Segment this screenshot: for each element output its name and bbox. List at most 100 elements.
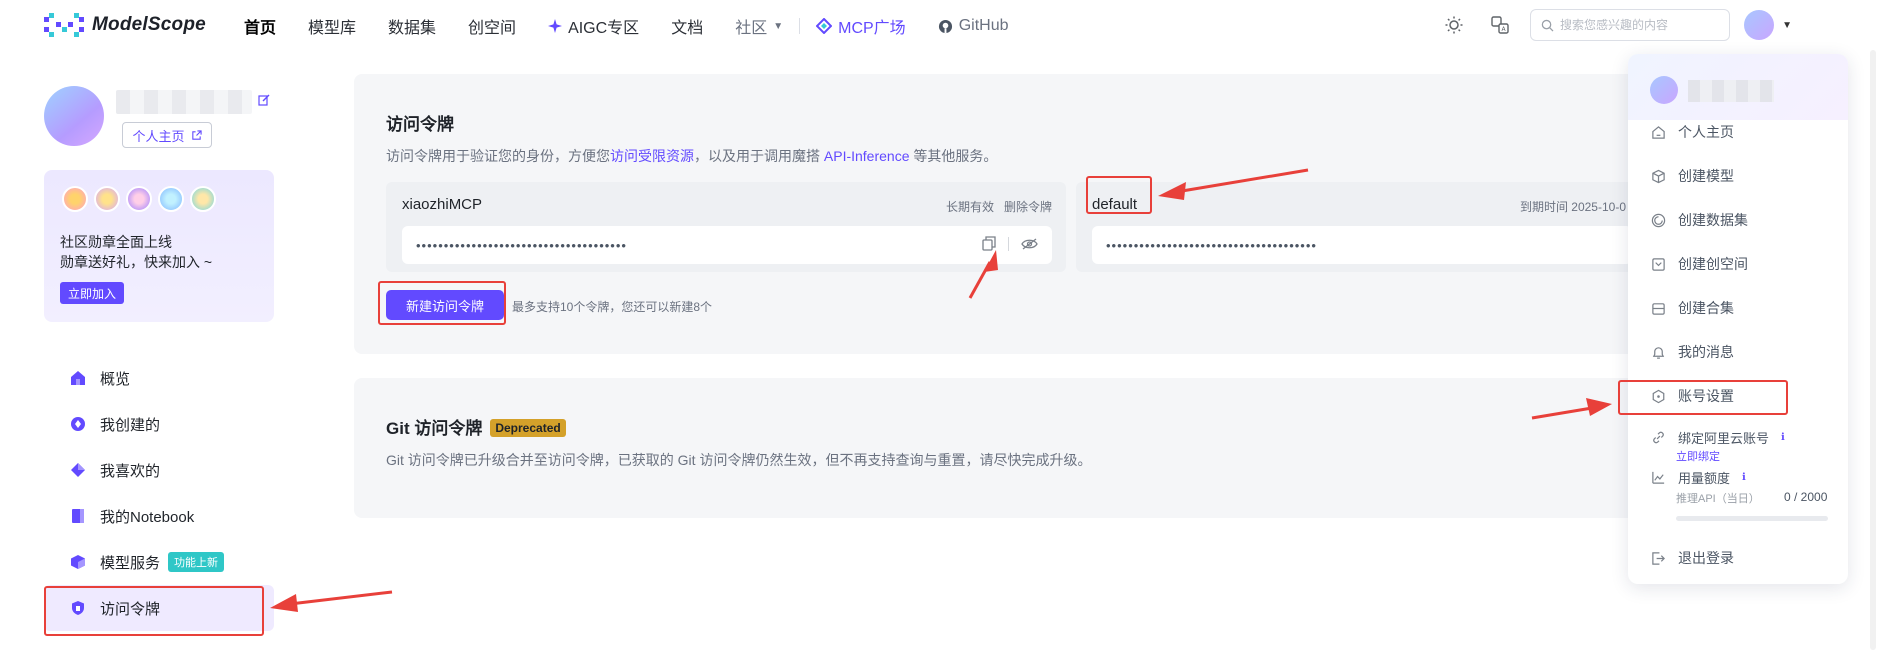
sidebar-item-liked[interactable]: 我喜欢的 — [44, 447, 274, 493]
token-card: default 到期时间 2025-10-0 •••••••••••••••••… — [1076, 182, 1636, 272]
chevron-down-icon: ▼ — [773, 20, 784, 32]
highlight-box-new-token — [378, 281, 506, 325]
page-scrollbar[interactable] — [1870, 50, 1876, 650]
sun-icon — [1445, 16, 1463, 34]
sidebar-item-notebook[interactable]: 我的Notebook — [44, 493, 274, 539]
join-now-button[interactable]: 立即加入 — [60, 282, 125, 304]
nav-datasets[interactable]: 数据集 — [388, 14, 436, 38]
sidebar-item-overview[interactable]: 概览 — [44, 355, 274, 401]
personal-home-button[interactable]: 个人主页 — [122, 122, 212, 148]
badge-icon — [158, 186, 184, 212]
git-panel-description: Git 访问令牌已升级合并至访问令牌，已获取的 Git 访问令牌仍然生效，但不再… — [386, 452, 1092, 468]
action-divider — [1008, 236, 1009, 251]
bell-icon — [1650, 344, 1666, 360]
usage-sub-label: 推理API（当日） — [1676, 493, 1760, 505]
dataset-icon — [1650, 212, 1666, 228]
cube-icon — [1650, 168, 1666, 184]
token-card: xiaozhiMCP 长期有效 删除令牌 •••••••••••••••••••… — [386, 182, 1066, 272]
access-tokens-panel: 访问令牌 访问令牌用于验证您的身份，方便您访问受限资源，以及用于调用魔搭 API… — [354, 74, 1654, 354]
logout-icon — [1650, 550, 1666, 566]
cube-icon — [71, 555, 85, 569]
nav-mcp[interactable]: MCP广场 — [816, 14, 906, 38]
dropdown-item-label: 退出登录 — [1678, 550, 1734, 566]
dropdown-item-create-studio[interactable]: 创建创空间 — [1650, 254, 1748, 274]
nav-github-label: GitHub — [958, 17, 1009, 34]
masked-token: •••••••••••••••••••••••••••••••••••••• — [1106, 237, 1317, 253]
nav-aigc[interactable]: AIGC专区 — [548, 14, 639, 38]
avatar — [44, 86, 104, 146]
nav-aigc-label: AIGC专区 — [568, 20, 640, 37]
dropdown-item-home[interactable]: 个人主页 — [1650, 122, 1734, 142]
user-avatar-button[interactable] — [1744, 10, 1775, 40]
dropdown-item-create-dataset[interactable]: 创建数据集 — [1650, 210, 1748, 230]
token-value-field: •••••••••••••••••••••••••••••••••••••• — [402, 226, 1052, 264]
info-icon: ℹ — [1781, 432, 1785, 443]
logo-mark-icon — [44, 13, 84, 37]
search-input[interactable] — [1560, 18, 1720, 32]
page-title: 访问令牌 — [386, 115, 454, 134]
token-meta: 到期时间 2025-10-0 — [1520, 198, 1626, 215]
nav-home[interactable]: 首页 — [244, 14, 276, 38]
sidebar-item-label: 概览 — [100, 370, 131, 388]
nav-studios[interactable]: 创空间 — [468, 14, 516, 38]
dropdown-item-label: 用量额度 — [1678, 471, 1731, 486]
api-inference-link[interactable]: API-Inference — [824, 148, 910, 164]
dropdown-header — [1628, 54, 1848, 120]
search-icon — [1541, 19, 1554, 31]
highlight-box-default-token — [1086, 176, 1152, 214]
caret-down-icon[interactable]: ▼ — [1782, 20, 1792, 31]
notebook-icon — [72, 509, 84, 523]
dropdown-item-usage: 用量额度 ℹ — [1650, 468, 1746, 487]
diamond-icon — [71, 463, 85, 477]
top-right-tools: A ▼ — [1438, 9, 1792, 41]
token-expiry: 到期时间 2025-10-0 — [1519, 200, 1626, 214]
badge-icon — [62, 186, 88, 212]
dropdown-item-label: 我的消息 — [1678, 344, 1734, 360]
desc-text: 等其他服务。 — [909, 148, 998, 164]
nav-community-label: 社区 — [735, 20, 768, 37]
nav-docs[interactable]: 文档 — [671, 14, 703, 38]
delete-token-link[interactable]: 删除令牌 — [1004, 198, 1052, 215]
masked-token: •••••••••••••••••••••••••••••••••••••• — [416, 237, 627, 253]
token-limit-text: 最多支持10个令牌，您还可以新建8个 — [512, 300, 713, 314]
nav-models[interactable]: 模型库 — [308, 14, 356, 38]
desc-text: 访问令牌用于验证您的身份，方便您 — [386, 148, 610, 164]
dropdown-item-bind-aliyun[interactable]: 绑定阿里云账号 ℹ — [1650, 428, 1785, 447]
new-feature-tag: 功能上新 — [168, 552, 225, 572]
copy-icon[interactable] — [982, 236, 996, 251]
language-toggle-button[interactable]: A — [1484, 9, 1516, 41]
badge-promo-line2: 勋章送好礼，快来加入 ~ — [60, 254, 213, 270]
sidebar-item-model-service[interactable]: 模型服务 功能上新 — [44, 539, 274, 585]
dropdown-item-label: 个人主页 — [1678, 124, 1734, 140]
nav-community[interactable]: 社区 ▼ — [735, 14, 783, 38]
edit-icon[interactable] — [258, 94, 270, 109]
eye-off-icon[interactable] — [1021, 237, 1038, 250]
dropdown-item-create-model[interactable]: 创建模型 — [1650, 166, 1734, 186]
usage-value: 0 / 2000 — [1784, 490, 1828, 504]
top-navigation-bar: ModelScope 首页 模型库 数据集 创空间 AIGC专区 文档 社区 ▼… — [0, 0, 1880, 50]
token-value-field: •••••••••••••••••••••••••••••••••••••• — [1092, 226, 1632, 264]
desc-text: ，以及用于调用魔搭 — [694, 148, 824, 164]
search-box[interactable] — [1530, 9, 1731, 41]
studio-icon — [1650, 256, 1666, 272]
bind-now-link[interactable]: 立即绑定 — [1676, 448, 1720, 464]
restricted-resources-link[interactable]: 访问受限资源 — [610, 148, 694, 164]
usage-progress-bar — [1676, 516, 1828, 521]
username-redacted — [116, 90, 252, 114]
modelscope-logo[interactable]: ModelScope — [44, 13, 206, 37]
dropdown-item-messages[interactable]: 我的消息 — [1650, 342, 1734, 362]
git-tokens-panel: Git 访问令牌 Deprecated Git 访问令牌已升级合并至访问令牌，已获… — [354, 378, 1654, 518]
nav-mcp-label: MCP广场 — [838, 20, 906, 37]
collection-icon — [1650, 300, 1666, 316]
dropdown-item-create-collection[interactable]: 创建合集 — [1650, 298, 1734, 318]
nav-github[interactable]: GitHub — [938, 17, 1009, 35]
dropdown-item-logout[interactable]: 退出登录 — [1650, 548, 1734, 568]
badge-icon — [126, 186, 152, 212]
access-tokens-description: 访问令牌用于验证您的身份，方便您访问受限资源，以及用于调用魔搭 API-Infe… — [386, 146, 997, 166]
git-title-text: Git 访问令牌 — [386, 419, 483, 438]
avatar — [1650, 76, 1678, 104]
theme-toggle-button[interactable] — [1438, 9, 1470, 41]
created-icon — [71, 417, 85, 431]
sidebar-item-created[interactable]: 我创建的 — [44, 401, 274, 447]
dropdown-item-label: 创建合集 — [1678, 300, 1734, 316]
